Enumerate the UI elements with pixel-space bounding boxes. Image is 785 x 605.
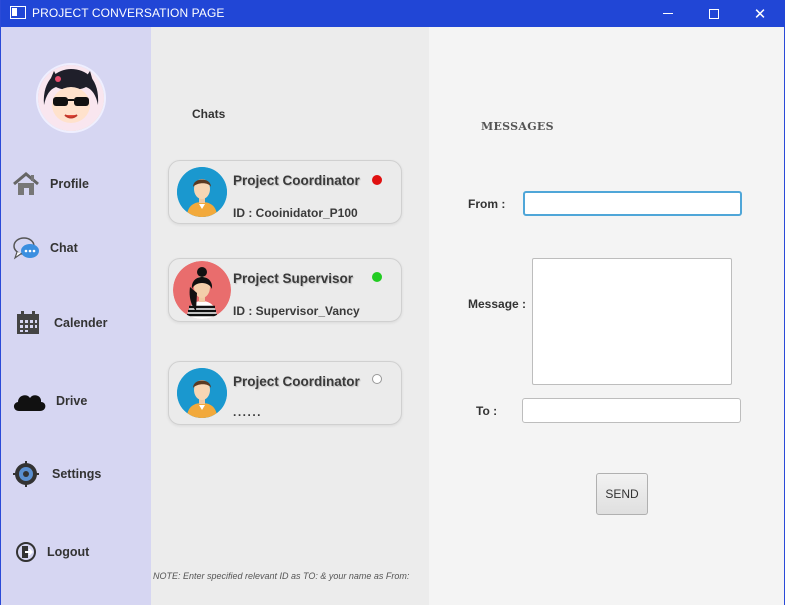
sidebar-item-label: Settings — [52, 467, 102, 481]
app-window-icon — [10, 6, 26, 19]
user-avatar — [38, 65, 104, 131]
message-label: Message : — [468, 297, 527, 311]
male-avatar — [177, 167, 227, 217]
status-offline-dot — [372, 374, 382, 384]
minimize-icon — [663, 13, 673, 14]
messages-panel: MESSAGES From : Message : To : SEND — [429, 27, 784, 605]
chat-id: ...... — [233, 405, 263, 419]
maximize-button[interactable] — [691, 0, 737, 27]
sidebar-item-chat[interactable]: Chat — [11, 232, 78, 264]
chat-id: ID : Cooinidator_P100 — [233, 206, 358, 220]
instruction-note: NOTE: Enter specified relevant ID as TO:… — [153, 571, 410, 581]
chats-title: Chats — [192, 107, 226, 121]
to-input[interactable] — [522, 398, 741, 423]
female-avatar — [173, 261, 231, 319]
messages-title: MESSAGES — [481, 120, 554, 133]
chat-name: Project Coordinator — [233, 173, 360, 188]
settings-icon — [11, 460, 41, 488]
app-window: PROJECT CONVERSATION PAGE ✕ Profile Chat… — [0, 0, 785, 605]
home-icon — [11, 170, 41, 198]
window-title: PROJECT CONVERSATION PAGE — [32, 6, 225, 20]
logout-icon — [11, 538, 41, 566]
chat-item[interactable]: Project Coordinator ID : Cooinidator_P10… — [168, 160, 402, 224]
chats-panel: Chats Project Coordinator ID : Cooinidat… — [151, 27, 429, 605]
sidebar-item-settings[interactable]: Settings — [11, 458, 101, 490]
chat-name: Project Supervisor — [233, 271, 354, 286]
male-avatar — [177, 368, 227, 418]
sidebar: Profile Chat Calender Drive Settings Log… — [1, 27, 151, 605]
sidebar-item-calender[interactable]: Calender — [11, 307, 108, 339]
from-label: From : — [468, 197, 506, 211]
sidebar-item-label: Calender — [54, 316, 108, 330]
close-icon: ✕ — [753, 5, 767, 23]
sidebar-item-profile[interactable]: Profile — [11, 168, 89, 200]
chat-name: Project Coordinator — [233, 374, 360, 389]
sidebar-item-label: Profile — [50, 177, 89, 191]
sidebar-item-label: Logout — [47, 545, 90, 559]
title-bar[interactable]: PROJECT CONVERSATION PAGE ✕ — [1, 0, 785, 27]
minimize-button[interactable] — [645, 0, 691, 27]
chat-item[interactable]: Project Coordinator ...... — [168, 361, 402, 425]
maximize-icon — [709, 8, 719, 19]
calendar-icon — [13, 309, 43, 337]
status-online-dot — [372, 272, 382, 282]
to-label: To : — [476, 404, 498, 418]
status-online-dot — [372, 175, 382, 185]
sidebar-item-logout[interactable]: Logout — [11, 536, 89, 568]
close-button[interactable]: ✕ — [737, 0, 783, 27]
chat-bubble-icon — [11, 234, 41, 262]
sidebar-item-label: Drive — [56, 394, 88, 408]
sidebar-item-label: Chat — [50, 241, 78, 255]
cloud-icon — [11, 387, 47, 415]
message-textarea[interactable] — [532, 258, 732, 385]
from-input[interactable] — [523, 191, 742, 216]
sidebar-item-drive[interactable]: Drive — [11, 385, 87, 417]
chat-item[interactable]: Project Supervisor ID : Supervisor_Vancy — [168, 258, 402, 322]
send-button[interactable]: SEND — [596, 473, 648, 515]
chat-id: ID : Supervisor_Vancy — [233, 304, 360, 318]
